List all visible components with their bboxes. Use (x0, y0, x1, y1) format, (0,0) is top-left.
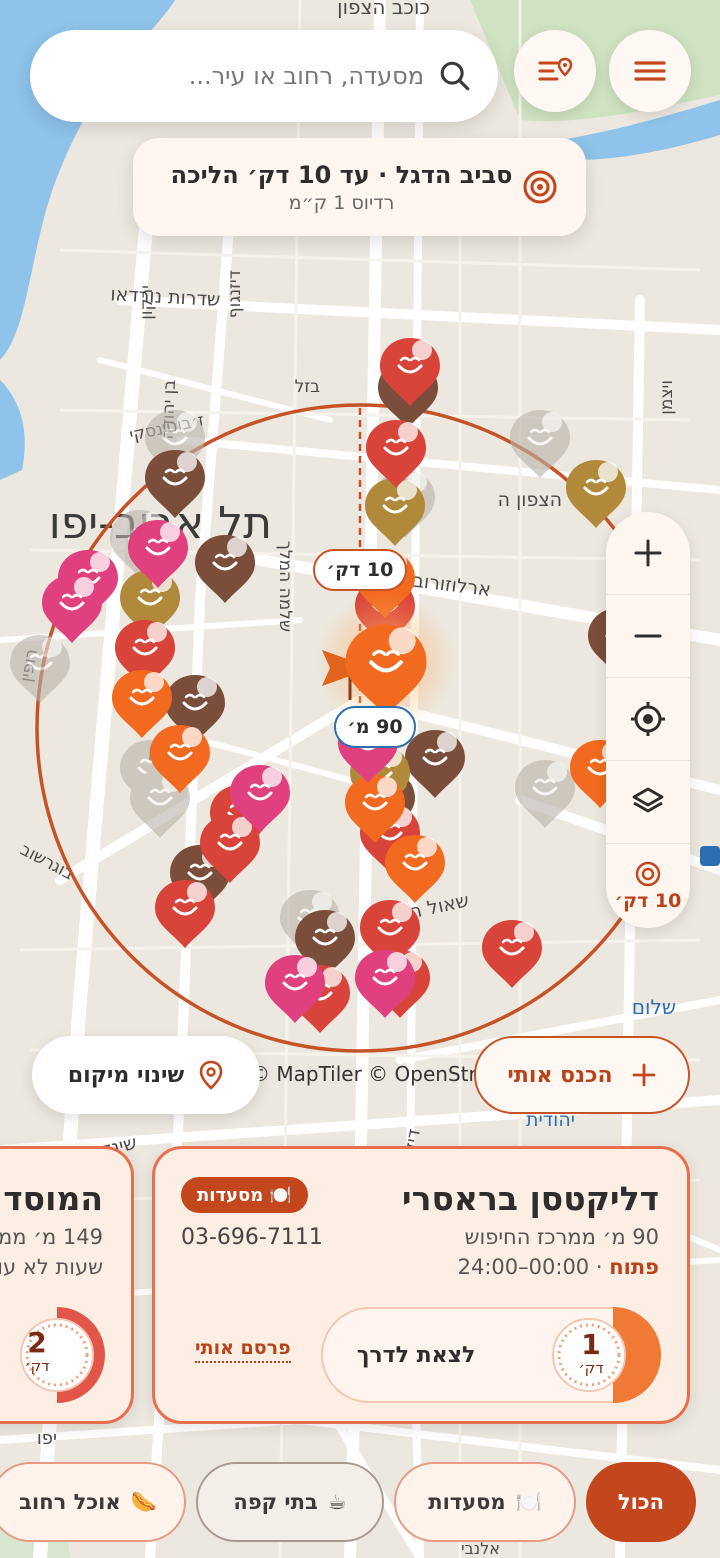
search-area-pill[interactable]: סביב הדגל · עד 10 דק׳ הליכה רדיוס 1 ק״מ (133, 138, 586, 236)
target-icon (523, 170, 557, 204)
place-distance: 149 מ׳ ממרכז (0, 1225, 103, 1249)
search-bar[interactable] (30, 30, 498, 122)
target-icon (635, 861, 661, 887)
svg-text:בזל: בזל (295, 377, 321, 397)
navigate-button[interactable]: 1 דק׳ לצאת לדרך (321, 1307, 661, 1403)
enter-me-button[interactable]: הכנס אותי (474, 1036, 690, 1114)
svg-text:הצפון ה: הצפון ה (498, 489, 562, 511)
map-controls: 10 דק׳ (606, 512, 690, 928)
place-card[interactable]: דליקטסן בראסרי 90 מ׳ ממרכז החיפוש פתוח ·… (152, 1146, 690, 1424)
chip-label: הכול (617, 1490, 665, 1514)
plus-icon (632, 1063, 656, 1087)
zoom-out-button[interactable] (606, 595, 690, 678)
locate-me-button[interactable] (606, 678, 690, 761)
category-chip-restaurants[interactable]: 🍽️ מסעדות (394, 1462, 576, 1542)
plate-icon: 🍽️ (269, 1184, 292, 1206)
svg-text:יפו: יפו (37, 1428, 57, 1449)
svg-text:כוכב הצפון: כוכב הצפון (337, 0, 430, 19)
enter-me-label: הכנס אותי (507, 1062, 613, 1088)
phone-link[interactable]: 03-696-7111 (181, 1225, 323, 1250)
radius-button[interactable]: 10 דק׳ (606, 844, 690, 928)
svg-text:שלום: שלום (632, 995, 676, 1019)
svg-text:דיזנגוף: דיזנגוף (225, 270, 245, 318)
category-badge: 🍽️ מסעדות (181, 1177, 308, 1213)
timer-minutes: 2 (27, 1326, 47, 1359)
category-chip-cafes[interactable]: ☕ בתי קפה (196, 1462, 384, 1542)
menu-icon (634, 61, 666, 81)
distance-label: 90 מ׳ (334, 706, 416, 748)
radius-label: 10 דק׳ (313, 549, 407, 591)
place-title: דליקטסן בראסרי (401, 1179, 659, 1218)
radius-button-label: 10 דק׳ (614, 890, 682, 912)
place-distance: 90 מ׳ ממרכז החיפוש (464, 1225, 659, 1249)
crosshair-icon (631, 702, 665, 736)
navigate-label: לצאת לדרך (356, 1342, 476, 1368)
place-card-2[interactable]: המוסד 149 מ׳ ממרכז שעות לא עו 2 דק׳ (0, 1146, 134, 1424)
layers-button[interactable] (606, 761, 690, 844)
search-icon (440, 61, 470, 91)
chip-label: אוכל רחוב (19, 1490, 121, 1514)
area-title: סביב הדגל · עד 10 דק׳ הליכה (170, 160, 513, 189)
chip-label: מסעדות (428, 1490, 506, 1514)
hours-range: 00:00–24:00 (457, 1255, 590, 1279)
chip-label: בתי קפה (233, 1490, 318, 1514)
list-location-button[interactable] (514, 30, 596, 112)
svg-text:ירקון: ירקון (137, 285, 157, 320)
zoom-in-button[interactable] (606, 512, 690, 595)
category-chip-all[interactable]: הכול (586, 1462, 696, 1542)
category-label: מסעדות (197, 1184, 264, 1206)
list-location-icon (538, 57, 573, 81)
promote-link[interactable]: פרסם אותי (195, 1337, 291, 1363)
svg-text:ויצמן: ויצמן (657, 380, 677, 415)
place-hours: שעות לא עו (0, 1255, 103, 1279)
hotdog-icon: 🌭 (130, 1489, 157, 1514)
timer-minutes: 1 (581, 1328, 601, 1361)
place-title: המוסד (3, 1179, 103, 1218)
search-input[interactable] (54, 62, 424, 90)
map-app: { "search": {"placeholder": "מסעדה, רחוב… (0, 0, 720, 1558)
change-location-button[interactable]: שינוי מיקום (32, 1036, 260, 1114)
area-subtitle: רדיוס 1 ק״מ (288, 191, 395, 214)
svg-text:שלמה המלך: שלמה המלך (275, 541, 295, 632)
timer-unit: דק׳ (24, 1357, 50, 1375)
menu-button[interactable] (609, 30, 691, 112)
change-location-label: שינוי מיקום (67, 1062, 185, 1088)
plus-icon (634, 539, 662, 567)
timer-unit: דק׳ (578, 1359, 604, 1377)
coffee-icon: ☕ (327, 1490, 347, 1514)
layers-icon (632, 787, 664, 813)
minus-icon (634, 634, 662, 638)
location-pin-icon (199, 1060, 223, 1090)
plate-icon: 🍽️ (515, 1489, 542, 1514)
category-chip-street-food[interactable]: 🌭 אוכל רחוב (0, 1462, 186, 1542)
open-status: פתוח (609, 1255, 659, 1279)
map-attribution[interactable]: © MapTiler © OpenStreetMap (250, 1062, 500, 1086)
place-hours: פתוח · 00:00–24:00 (457, 1255, 659, 1279)
